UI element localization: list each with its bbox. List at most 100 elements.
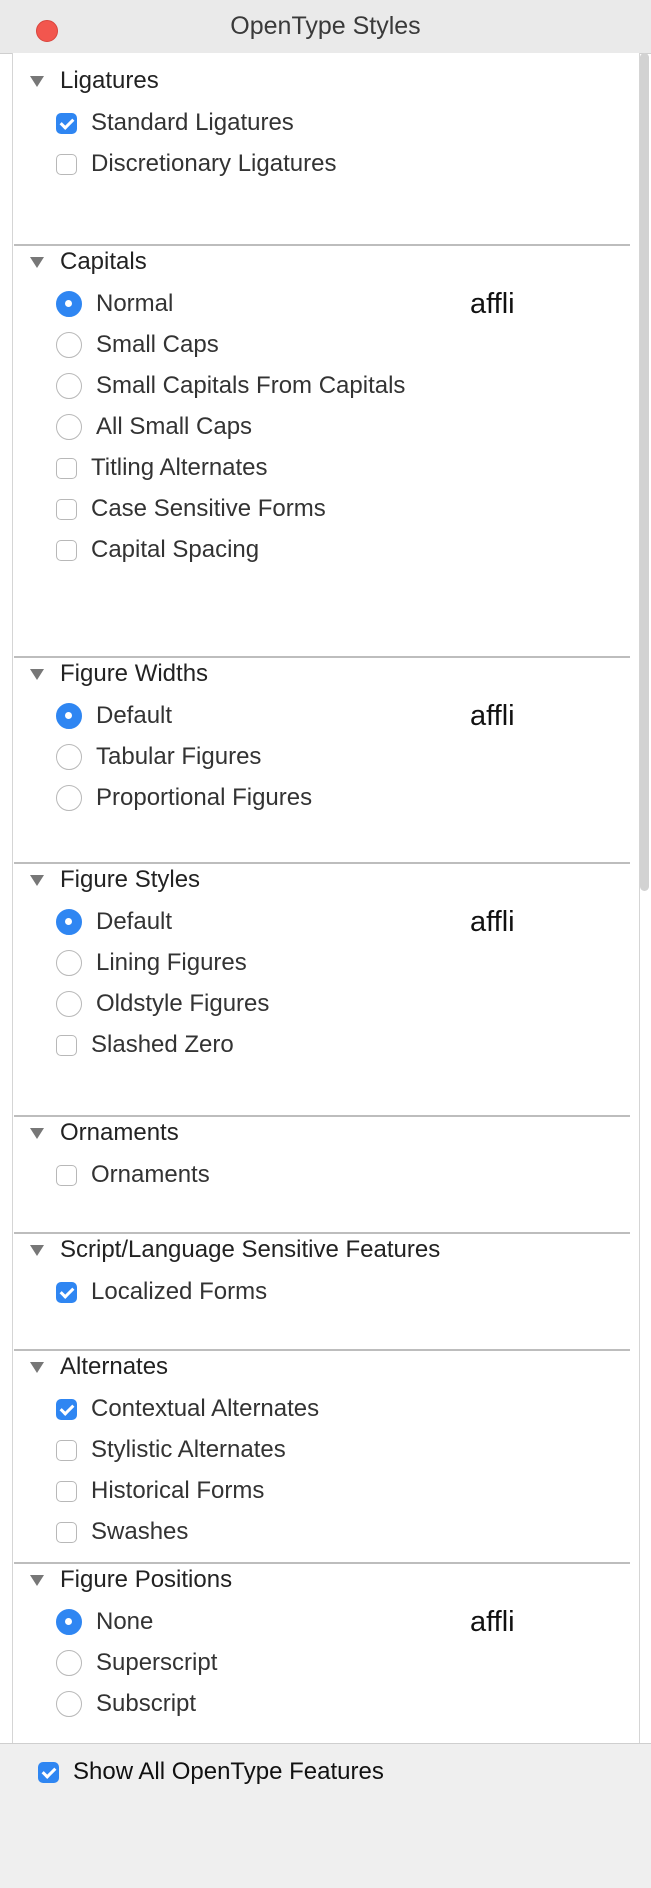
section-header-figure-positions[interactable]: Figure Positions <box>30 1560 232 1600</box>
option-label: Lining Figures <box>96 949 247 976</box>
section-header-figure-widths[interactable]: Figure Widths <box>30 654 208 694</box>
radio-button-icon[interactable] <box>56 291 82 317</box>
checkbox-standard-ligatures[interactable]: Standard Ligatures <box>56 103 294 143</box>
opentype-styles-window: OpenType Styles Ligatures Standard Ligatu… <box>0 0 651 1888</box>
radio-subscript[interactable]: Subscript <box>56 1684 196 1724</box>
radio-lining-figures[interactable]: Lining Figures <box>56 943 247 983</box>
radio-button-icon[interactable] <box>56 744 82 770</box>
section-title: Figure Widths <box>60 660 209 687</box>
checkbox-icon[interactable] <box>56 1480 77 1502</box>
option-label: Titling Alternates <box>91 454 268 481</box>
checkbox-icon[interactable] <box>56 1281 77 1303</box>
radio-button-icon[interactable] <box>56 414 82 440</box>
section-header-capitals[interactable]: Capitals <box>30 242 147 282</box>
option-label: All Small Caps <box>96 413 253 440</box>
disclosure-triangle-icon[interactable] <box>30 1361 44 1373</box>
option-label: Stylistic Alternates <box>91 1436 286 1463</box>
section-header-alternates[interactable]: Alternates <box>30 1347 168 1387</box>
option-label: Slashed Zero <box>91 1031 234 1058</box>
checkbox-icon[interactable] <box>56 1521 77 1543</box>
radio-button-icon[interactable] <box>56 703 82 729</box>
radio-button-icon[interactable] <box>56 1650 82 1676</box>
radio-none[interactable]: None <box>56 1602 153 1642</box>
option-label: Small Capitals From Capitals <box>96 372 406 399</box>
checkbox-icon[interactable] <box>56 1439 77 1461</box>
checkbox-icon[interactable] <box>56 153 77 175</box>
checkbox-case-sensitive-forms[interactable]: Case Sensitive Forms <box>56 489 326 529</box>
section-title: Figure Positions <box>60 1566 233 1593</box>
radio-all-small-caps[interactable]: All Small Caps <box>56 407 252 447</box>
section-header-ornaments[interactable]: Ornaments <box>30 1113 179 1153</box>
checkbox-icon[interactable] <box>56 498 77 520</box>
option-label: Proportional Figures <box>96 784 313 811</box>
show-all-features-checkbox[interactable]: Show All OpenType Features <box>38 1752 384 1792</box>
section-title: Alternates <box>60 1353 169 1380</box>
radio-button-icon[interactable] <box>56 332 82 358</box>
section-title: Figure Styles <box>60 866 201 893</box>
checkbox-icon[interactable] <box>38 1761 59 1783</box>
scrollbar[interactable] <box>637 53 651 1743</box>
radio-oldstyle-figures[interactable]: Oldstyle Figures <box>56 984 269 1024</box>
window-title: OpenType Styles <box>230 12 421 40</box>
sample-text-preview: affli <box>470 906 515 938</box>
radio-proportional-figures[interactable]: Proportional Figures <box>56 778 312 818</box>
disclosure-triangle-icon[interactable] <box>30 75 44 87</box>
disclosure-triangle-icon[interactable] <box>30 1127 44 1139</box>
checkbox-icon[interactable] <box>56 112 77 134</box>
radio-button-icon[interactable] <box>56 991 82 1017</box>
disclosure-triangle-icon[interactable] <box>30 256 44 268</box>
radio-normal[interactable]: Normal <box>56 284 173 324</box>
section-title: Ligatures <box>60 67 159 94</box>
checkbox-stylistic-alternates[interactable]: Stylistic Alternates <box>56 1430 286 1470</box>
radio-small-caps[interactable]: Small Caps <box>56 325 219 365</box>
scrollbar-thumb[interactable] <box>640 53 649 891</box>
radio-small-capitals-from-capitals[interactable]: Small Capitals From Capitals <box>56 366 405 406</box>
disclosure-triangle-icon[interactable] <box>30 1574 44 1586</box>
option-label: Swashes <box>91 1518 189 1545</box>
checkbox-icon[interactable] <box>56 1164 77 1186</box>
disclosure-triangle-icon[interactable] <box>30 1244 44 1256</box>
checkbox-icon[interactable] <box>56 1034 77 1056</box>
section-header-ligatures[interactable]: Ligatures <box>30 61 159 101</box>
sample-text-preview: affli <box>470 1606 515 1638</box>
disclosure-triangle-icon[interactable] <box>30 874 44 886</box>
title-bar: OpenType Styles <box>0 0 651 54</box>
radio-button-icon[interactable] <box>56 909 82 935</box>
radio-button-icon[interactable] <box>56 950 82 976</box>
checkbox-titling-alternates[interactable]: Titling Alternates <box>56 448 268 488</box>
section-header-script-language-sensitive-features[interactable]: Script/Language Sensitive Features <box>30 1230 440 1270</box>
checkbox-icon[interactable] <box>56 457 77 479</box>
checkbox-icon[interactable] <box>56 539 77 561</box>
option-label: Historical Forms <box>91 1477 265 1504</box>
sample-text-preview: affli <box>470 288 515 320</box>
radio-button-icon[interactable] <box>56 1691 82 1717</box>
checkbox-icon[interactable] <box>56 1398 77 1420</box>
radio-button-icon[interactable] <box>56 373 82 399</box>
section-title: Script/Language Sensitive Features <box>60 1236 441 1263</box>
radio-default[interactable]: Default <box>56 902 172 942</box>
section-title: Capitals <box>60 248 147 275</box>
checkbox-ornaments[interactable]: Ornaments <box>56 1155 210 1195</box>
footer: Show All OpenType Features <box>0 1743 651 1888</box>
checkbox-historical-forms[interactable]: Historical Forms <box>56 1471 264 1511</box>
radio-tabular-figures[interactable]: Tabular Figures <box>56 737 261 777</box>
disclosure-triangle-icon[interactable] <box>30 668 44 680</box>
option-label: None <box>96 1608 154 1635</box>
checkbox-swashes[interactable]: Swashes <box>56 1512 188 1552</box>
option-label: Superscript <box>96 1649 218 1676</box>
checkbox-slashed-zero[interactable]: Slashed Zero <box>56 1025 234 1065</box>
option-label: Discretionary Ligatures <box>91 150 337 177</box>
option-label: Contextual Alternates <box>91 1395 320 1422</box>
checkbox-discretionary-ligatures[interactable]: Discretionary Ligatures <box>56 144 336 184</box>
radio-default[interactable]: Default <box>56 696 172 736</box>
option-label: Tabular Figures <box>96 743 262 770</box>
option-label: Small Caps <box>96 331 219 358</box>
checkbox-capital-spacing[interactable]: Capital Spacing <box>56 530 259 570</box>
checkbox-localized-forms[interactable]: Localized Forms <box>56 1272 267 1312</box>
radio-superscript[interactable]: Superscript <box>56 1643 217 1683</box>
radio-button-icon[interactable] <box>56 1609 82 1635</box>
section-header-figure-styles[interactable]: Figure Styles <box>30 860 200 900</box>
sample-text-preview: affli <box>470 700 515 732</box>
radio-button-icon[interactable] <box>56 785 82 811</box>
checkbox-contextual-alternates[interactable]: Contextual Alternates <box>56 1389 319 1429</box>
